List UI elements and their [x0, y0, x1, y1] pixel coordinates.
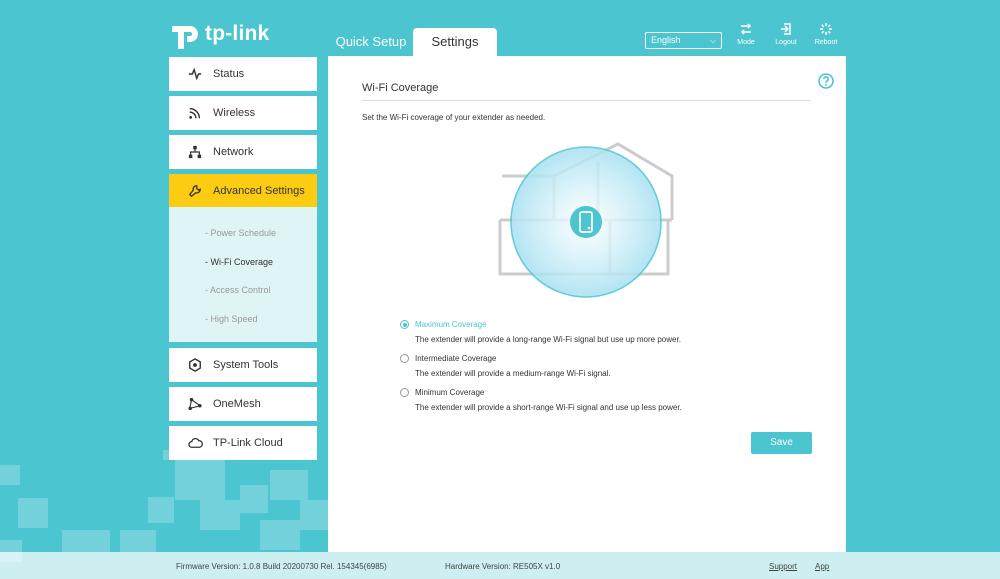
background-decoration	[120, 530, 156, 552]
sidebar-item-network[interactable]: Network	[169, 135, 317, 169]
save-button[interactable]: Save	[751, 432, 812, 454]
background-decoration	[300, 500, 328, 530]
firmware-version: Firmware Version: 1.0.8 Build 20200730 R…	[176, 562, 387, 571]
background-decoration	[18, 498, 48, 528]
sidebar-item-label: Status	[213, 68, 245, 80]
main-panel: Wi-Fi Coverage Set the Wi-Fi coverage of…	[328, 56, 846, 552]
app-link[interactable]: App	[815, 562, 829, 571]
brand-logo: tp-link	[168, 17, 269, 51]
submenu-item-high-speed[interactable]: - High Speed	[205, 314, 258, 324]
option-description: The extender will provide a long-range W…	[415, 335, 681, 344]
wrench-icon	[187, 183, 203, 199]
brand-name: tp-link	[205, 22, 270, 45]
background-decoration	[0, 465, 20, 485]
background-decoration	[148, 497, 174, 523]
radio-intermediate-coverage[interactable]	[400, 354, 409, 363]
option-label[interactable]: Intermediate Coverage	[415, 354, 496, 363]
pulse-icon	[187, 66, 203, 82]
mode-button[interactable]: Mode	[726, 22, 766, 46]
reboot-icon	[820, 23, 832, 35]
coverage-illustration	[498, 142, 674, 298]
reboot-button[interactable]: Reboot	[806, 22, 846, 46]
sidebar-item-label: OneMesh	[213, 398, 261, 410]
language-selected: English	[651, 35, 681, 45]
background-decoration	[260, 520, 300, 550]
advanced-submenu: - Power Schedule - Wi-Fi Coverage - Acce…	[169, 207, 317, 342]
cloud-icon	[187, 435, 203, 451]
sidebar-item-label: Wireless	[213, 107, 256, 119]
sidebar-item-status[interactable]: Status	[169, 57, 317, 91]
reboot-label: Reboot	[814, 39, 838, 46]
sidebar-item-label: Advanced Settings	[213, 185, 305, 197]
sidebar-item-wireless[interactable]: Wireless	[169, 96, 317, 130]
support-link[interactable]: Support	[769, 562, 797, 571]
wifi-icon	[187, 105, 203, 121]
submenu-item-access-control[interactable]: - Access Control	[205, 285, 271, 295]
title-divider	[362, 100, 811, 101]
gear-icon	[187, 357, 203, 373]
hardware-version: Hardware Version: RE505X v1.0	[445, 562, 561, 571]
submenu-item-wifi-coverage[interactable]: - Wi-Fi Coverage	[205, 257, 273, 267]
option-description: The extender will provide a medium-range…	[415, 369, 611, 378]
page-title: Wi-Fi Coverage	[362, 82, 439, 94]
page-description: Set the Wi-Fi coverage of your extender …	[362, 113, 546, 122]
radio-minimum-coverage[interactable]	[400, 388, 409, 397]
mode-switch-icon	[740, 23, 752, 35]
mode-label: Mode	[737, 39, 755, 46]
tab-settings[interactable]: Settings	[413, 28, 497, 56]
background-decoration	[200, 500, 240, 530]
option-description: The extender will provide a short-range …	[415, 403, 682, 412]
chevron-down-icon: ⌵	[709, 36, 716, 45]
extender-icon	[570, 206, 602, 238]
sidebar-item-system-tools[interactable]: System Tools	[169, 348, 317, 382]
logout-label: Logout	[775, 39, 797, 46]
mesh-icon	[187, 396, 203, 412]
background-decoration	[240, 485, 268, 513]
sidebar-item-label: System Tools	[213, 359, 279, 371]
sidebar-item-tp-link-cloud[interactable]: TP-Link Cloud	[169, 426, 317, 460]
option-label[interactable]: Maximum Coverage	[415, 320, 487, 329]
logout-button[interactable]: Logout	[766, 22, 806, 46]
radio-maximum-coverage[interactable]	[400, 320, 409, 329]
footer: Firmware Version: 1.0.8 Build 20200730 R…	[0, 552, 1000, 579]
sidebar-item-label: Network	[213, 146, 254, 158]
background-decoration	[62, 530, 110, 552]
logout-icon	[781, 23, 791, 35]
option-label[interactable]: Minimum Coverage	[415, 388, 484, 397]
help-icon[interactable]	[818, 73, 834, 89]
tab-quick-setup[interactable]: Quick Setup	[330, 28, 412, 56]
background-decoration	[175, 460, 225, 500]
tp-link-logo-icon	[172, 26, 198, 49]
background-decoration	[270, 470, 308, 500]
sidebar-item-label: TP-Link Cloud	[213, 437, 283, 449]
sidebar-item-onemesh[interactable]: OneMesh	[169, 387, 317, 421]
submenu-item-power-schedule[interactable]: - Power Schedule	[205, 228, 276, 238]
network-icon	[187, 144, 203, 160]
sidebar-item-advanced-settings[interactable]: Advanced Settings	[169, 174, 317, 208]
language-select[interactable]: English ⌵	[645, 32, 722, 49]
